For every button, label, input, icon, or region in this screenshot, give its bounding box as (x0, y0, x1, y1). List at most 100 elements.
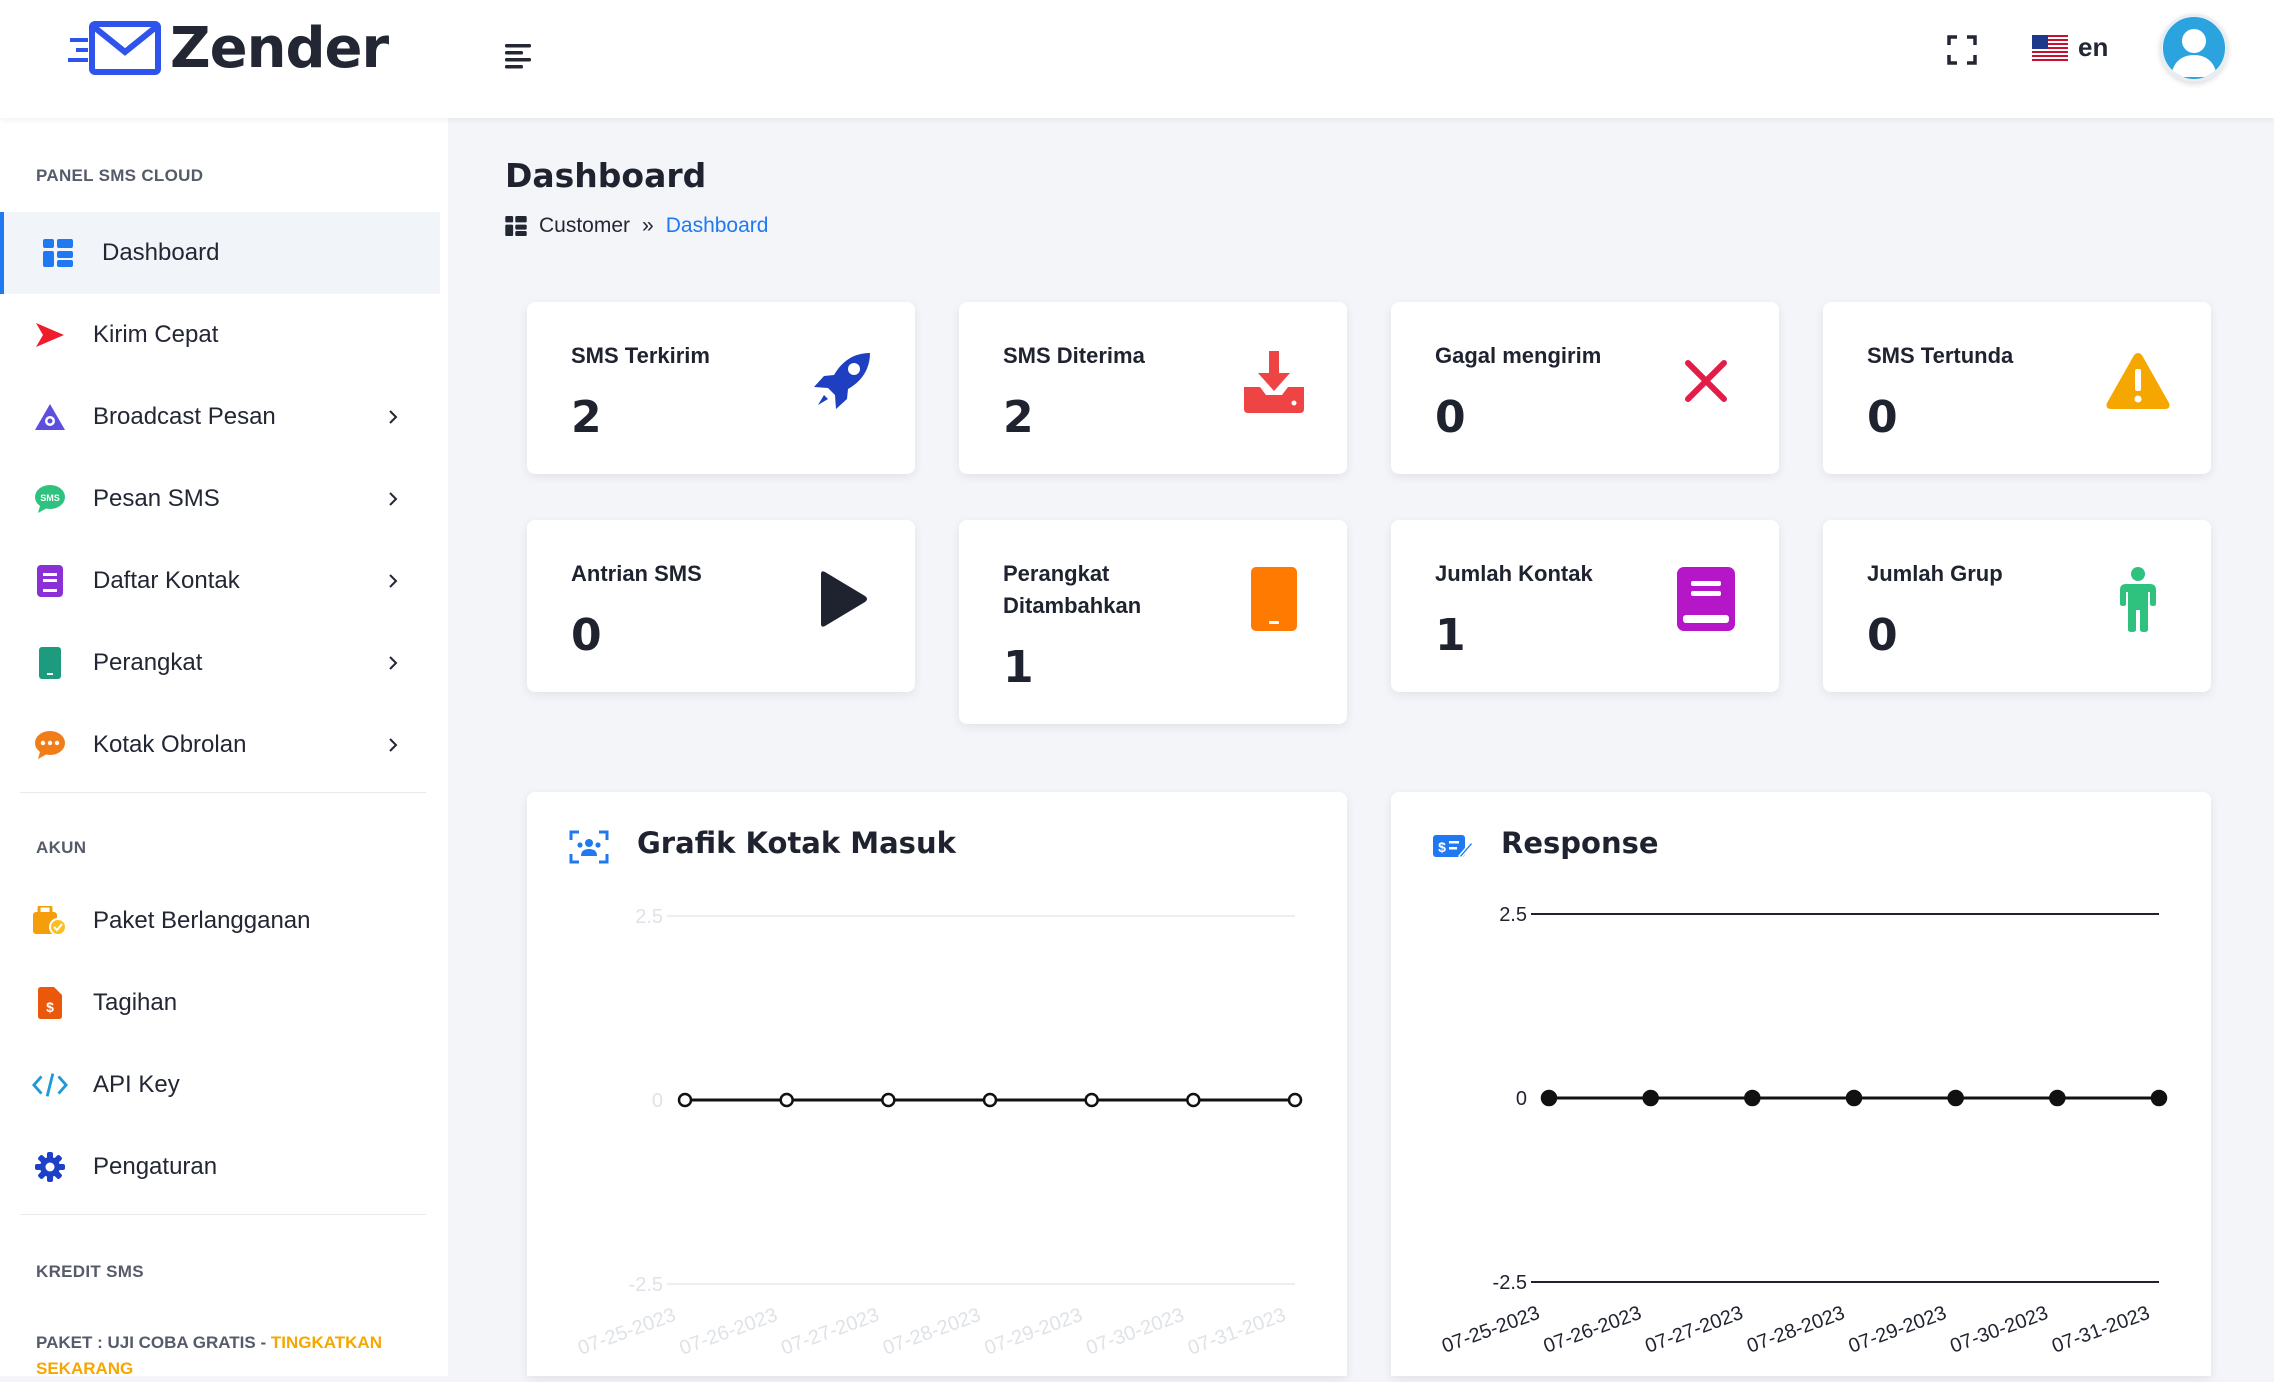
envelope-logo-icon (68, 21, 161, 75)
x-tick-label: 07-25-2023 (575, 1304, 679, 1360)
data-point (1084, 1092, 1099, 1108)
chevron-right-icon (389, 574, 398, 588)
sidebar-item-label: Pengaturan (93, 1153, 218, 1180)
x-tick-label: 07-31-2023 (2049, 1302, 2153, 1358)
x-tick-label: 07-31-2023 (1185, 1304, 1289, 1360)
stat-card-jumlah-kontak: Jumlah Kontak 1 (1391, 520, 1779, 692)
sidebar-item-tagihan[interactable]: $ Tagihan (0, 962, 440, 1044)
tablet-icon (1241, 566, 1307, 632)
play-icon (809, 566, 875, 632)
data-point (1744, 1089, 1761, 1107)
data-point (1186, 1092, 1201, 1108)
us-flag-icon (2032, 34, 2068, 61)
sidebar-item-label: Daftar Kontak (93, 567, 240, 594)
sidebar-item-paket[interactable]: Paket Berlangganan (0, 880, 440, 962)
data-point (779, 1092, 794, 1108)
app-logo[interactable]: Zender (68, 15, 389, 81)
x-tick-label: 07-27-2023 (1642, 1302, 1746, 1358)
inbox-download-icon (1241, 348, 1307, 414)
sidebar-divider (20, 792, 426, 793)
stat-title: Jumlah Grup (1867, 561, 2003, 586)
sidebar-item-broadcast[interactable]: Broadcast Pesan (0, 376, 440, 458)
credit-plan-label: PAKET : UJI COBA GRATIS - (36, 1333, 271, 1352)
stat-title: Antrian SMS (571, 561, 702, 586)
stat-card-sms-tertunda: SMS Tertunda 0 (1823, 302, 2211, 474)
chevron-right-icon (389, 738, 398, 752)
language-selector[interactable]: en (2032, 32, 2108, 63)
sidebar-item-daftar-kontak[interactable]: Daftar Kontak (0, 540, 440, 622)
stat-title: SMS Terkirim (571, 343, 710, 368)
invoice-icon: $ (32, 985, 68, 1021)
stat-card-jumlah-grup: Jumlah Grup 0 (1823, 520, 2211, 692)
svg-text:SMS: SMS (40, 493, 60, 503)
chart-card-inbox: Grafik Kotak Masuk 2.5 0 -2.5 07-25-2023 07-… (527, 792, 1347, 1376)
response-line-chart: 2.50-2.507-25-202307-26-202307-27-202307… (1439, 904, 2168, 1358)
credit-plan-info: PAKET : UJI COBA GRATIS - TINGKATKAN SEK… (36, 1330, 416, 1382)
x-tick-label: 07-30-2023 (1947, 1302, 2051, 1358)
y-tick-label: -2.5 (1493, 1272, 1527, 1294)
chart-card-response: $ Response 2.5 0 -2.5 07-25-2023 07-26-2023 0… (1391, 792, 2211, 1376)
page-title: Dashboard (505, 156, 707, 195)
x-tick-label: 07-28-2023 (1744, 1302, 1848, 1358)
data-point (2049, 1089, 2066, 1107)
data-point (1947, 1089, 1964, 1107)
data-point (677, 1092, 693, 1108)
sms-icon: SMS (32, 481, 68, 517)
chevron-right-icon (389, 410, 398, 424)
data-point (1845, 1089, 1863, 1107)
sidebar-item-perangkat[interactable]: Perangkat (0, 622, 440, 704)
sidebar-item-kotak-obrolan[interactable]: Kotak Obrolan (0, 704, 440, 786)
device-icon (32, 645, 68, 681)
y-tick-label: 2.5 (1499, 904, 1527, 926)
breadcrumb: Customer » Dashboard (505, 214, 768, 238)
x-tick-label: 07-25-2023 (1439, 1302, 1543, 1358)
sidebar-item-label: API Key (93, 1071, 180, 1098)
chat-icon (32, 727, 68, 763)
stat-card-antrian-sms: Antrian SMS 0 (527, 520, 915, 692)
y-tick-label: 2.5 (635, 906, 663, 928)
sidebar-item-dashboard[interactable]: Dashboard (0, 212, 440, 294)
breadcrumb-current[interactable]: Dashboard (666, 214, 769, 238)
stat-title: SMS Diterima (1003, 343, 1145, 368)
x-tick-label: 07-29-2023 (1846, 1302, 1950, 1358)
x-tick-label: 07-27-2023 (778, 1304, 882, 1360)
sidebar-section-account: AKUN (36, 838, 87, 857)
data-point (982, 1092, 998, 1108)
data-point (1287, 1092, 1303, 1108)
x-tick-label: 07-29-2023 (982, 1304, 1086, 1360)
menu-toggle-icon[interactable] (502, 38, 536, 72)
top-header: Zender en (0, 0, 2274, 118)
breadcrumb-root[interactable]: Customer (539, 214, 630, 238)
sidebar-item-pesan-sms[interactable]: SMS Pesan SMS (0, 458, 440, 540)
sidebar-item-api-key[interactable]: API Key (0, 1044, 440, 1126)
breadcrumb-separator: » (642, 214, 654, 237)
person-icon (2105, 566, 2171, 632)
sidebar-item-label: Kotak Obrolan (93, 731, 247, 758)
sidebar-item-pengaturan[interactable]: Pengaturan (0, 1126, 440, 1208)
send-icon (32, 317, 68, 353)
contacts-icon (32, 563, 68, 599)
fullscreen-icon[interactable] (1946, 34, 1978, 66)
close-icon (1673, 348, 1739, 414)
stat-card-gagal-mengirim: Gagal mengirim 0 (1391, 302, 1779, 474)
sidebar-item-kirim-cepat[interactable]: Kirim Cepat (0, 294, 440, 376)
data-point (2150, 1089, 2168, 1107)
y-tick-label: 0 (652, 1090, 663, 1112)
app-name: Zender (170, 15, 389, 81)
stat-value: 2 (571, 392, 602, 443)
stat-value: 0 (571, 610, 602, 661)
sidebar-item-label: Dashboard (102, 239, 220, 266)
dashboard-icon (505, 216, 527, 236)
inbox-line-chart: 2.50-2.507-25-202307-26-202307-27-202307… (575, 906, 1303, 1360)
sidebar-divider (20, 1214, 426, 1215)
gear-icon (32, 1149, 68, 1185)
x-tick-label: 07-30-2023 (1083, 1304, 1187, 1360)
stat-value: 0 (1867, 610, 1898, 661)
rocket-icon (809, 348, 875, 414)
stat-value: 2 (1003, 392, 1034, 443)
svg-text:$: $ (46, 999, 54, 1015)
user-avatar[interactable] (2160, 14, 2228, 82)
sidebar-item-label: Broadcast Pesan (93, 403, 276, 430)
code-icon (32, 1067, 68, 1103)
x-tick-label: 07-28-2023 (880, 1304, 984, 1360)
